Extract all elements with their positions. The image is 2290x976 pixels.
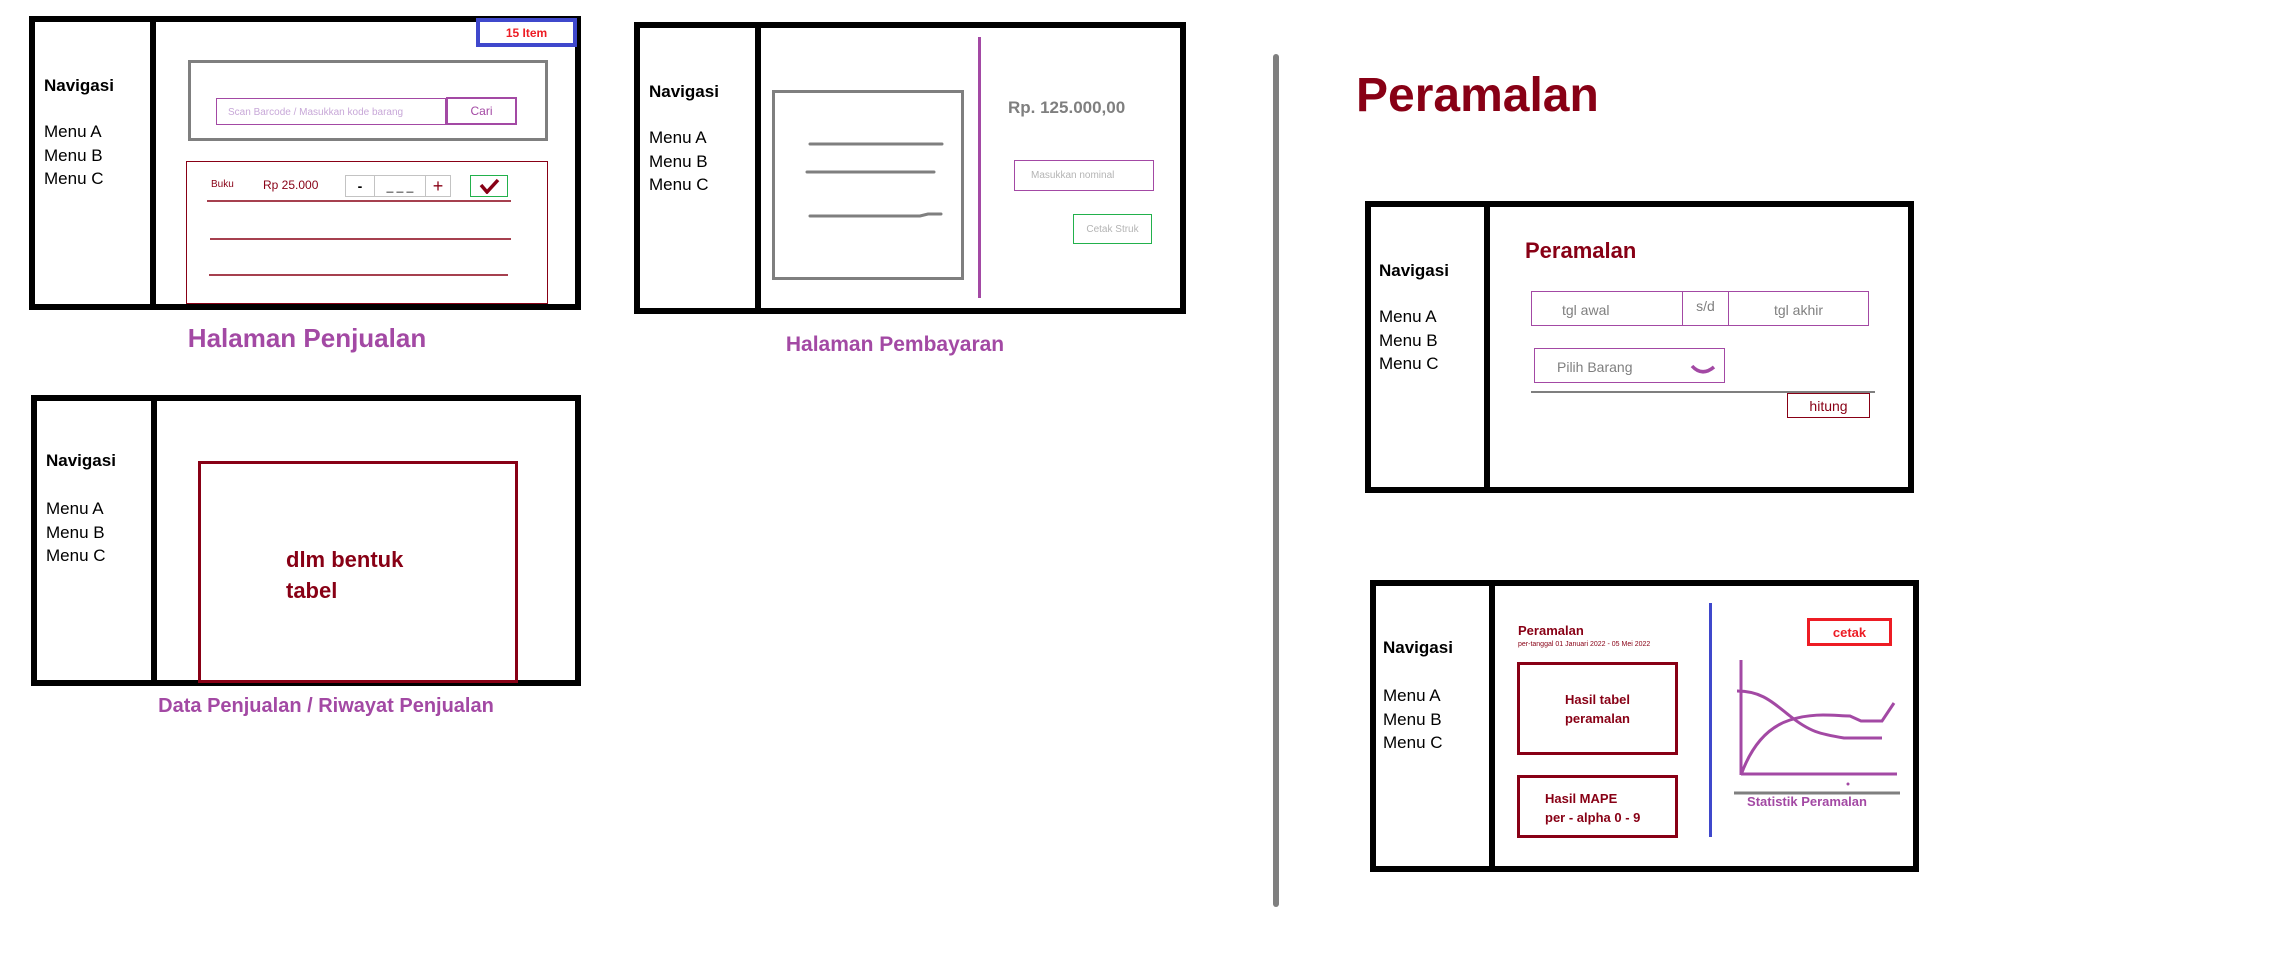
item-select-value: Pilih Barang	[1557, 359, 1633, 375]
date-separator: s/d	[1682, 292, 1729, 325]
nominal-placeholder: Masukkan nominal	[1031, 170, 1115, 181]
separator-label: s/d	[1696, 298, 1715, 314]
sales-table-placeholder: dlm bentuk tabel	[198, 461, 518, 683]
chart-caption: Statistik Peramalan	[1747, 794, 1867, 809]
table-box-line-1: Hasil tabel	[1564, 691, 1631, 707]
sales-page-caption: Halaman Penjualan	[187, 323, 427, 353]
nav-title: Navigasi	[1379, 261, 1449, 280]
checkmark-icon	[479, 178, 500, 194]
nav-item-menu-c[interactable]: Menu C	[44, 167, 104, 191]
nominal-input[interactable]: Masukkan nominal	[1014, 160, 1154, 191]
nav-item-menu-a[interactable]: Menu A	[649, 126, 709, 150]
item-select[interactable]: Pilih Barang	[1534, 348, 1725, 383]
payment-page-caption: Halaman Pembayaran	[785, 333, 1005, 356]
section-divider	[1273, 54, 1279, 907]
cart-item-name: Buku	[211, 179, 234, 190]
forecast-result-title: Peramalan	[1518, 623, 1584, 638]
calculate-button-label: hitung	[1809, 397, 1848, 414]
sidebar: Navigasi Menu A Menu B Menu C	[1371, 207, 1490, 487]
payment-divider	[978, 37, 981, 298]
nav-item-menu-b[interactable]: Menu B	[44, 144, 104, 168]
receipt-preview	[772, 90, 964, 280]
nav-item-menu-c[interactable]: Menu C	[1383, 731, 1443, 755]
nav-title: Navigasi	[1383, 638, 1453, 657]
sales-history-caption: Data Penjualan / Riwayat Penjualan	[158, 695, 494, 717]
print-forecast-label: cetak	[1832, 624, 1867, 640]
quantity-value: _ _ _	[386, 179, 414, 193]
nav-menu: Menu A Menu B Menu C	[649, 126, 709, 197]
forecast-heading: Peramalan	[1356, 69, 1599, 122]
nav-item-menu-c[interactable]: Menu C	[649, 173, 709, 197]
minus-label: -	[357, 178, 363, 194]
sidebar: Navigasi Menu A Menu B Menu C	[37, 401, 157, 680]
table-note-line-2: tabel	[286, 578, 338, 603]
mape-box-line-2: per - alpha 0 - 9	[1545, 810, 1641, 825]
nav-item-menu-a[interactable]: Menu A	[46, 497, 106, 521]
nav-menu: Menu A Menu B Menu C	[44, 120, 104, 191]
nav-title: Navigasi	[649, 82, 719, 101]
result-divider	[1709, 603, 1712, 837]
forecast-table-box: Hasil tabel peramalan	[1517, 662, 1678, 755]
quantity-stepper[interactable]: - _ _ _ +	[345, 175, 451, 197]
cart-item-price: Rp 25.000	[263, 178, 319, 192]
end-date-input[interactable]: tgl akhir	[1729, 292, 1868, 325]
nav-menu: Menu A Menu B Menu C	[1383, 684, 1443, 755]
mape-box-line-1: Hasil MAPE	[1545, 791, 1618, 806]
item-count-badge: 15 Item	[476, 18, 577, 47]
item-count-text: 15 Item	[505, 25, 548, 40]
forecast-result-subtitle: per-tanggal 01 Januari 2022 - 05 Mei 202…	[1518, 641, 1651, 648]
date-range-input: tgl awal s/d tgl akhir	[1531, 291, 1869, 326]
calculate-button[interactable]: hitung	[1787, 393, 1870, 418]
nav-title: Navigasi	[46, 451, 116, 470]
nav-item-menu-a[interactable]: Menu A	[1379, 305, 1439, 329]
mape-box: Hasil MAPE per - alpha 0 - 9	[1517, 775, 1678, 838]
nav-item-menu-a[interactable]: Menu A	[44, 120, 104, 144]
start-date-input[interactable]: tgl awal	[1532, 292, 1682, 325]
nav-item-menu-b[interactable]: Menu B	[46, 521, 106, 545]
nav-item-menu-c[interactable]: Menu C	[46, 544, 106, 568]
sidebar: Navigasi Menu A Menu B Menu C	[640, 28, 761, 308]
start-date-placeholder: tgl awal	[1562, 302, 1610, 318]
nav-item-menu-a[interactable]: Menu A	[1383, 684, 1443, 708]
chevron-down-icon	[1690, 364, 1716, 374]
nav-title: Navigasi	[44, 76, 114, 95]
print-receipt-label: Cetak Struk	[1086, 223, 1139, 235]
nav-menu: Menu A Menu B Menu C	[1379, 305, 1439, 376]
quantity-minus-button[interactable]: -	[346, 176, 375, 196]
quantity-plus-button[interactable]: +	[426, 176, 450, 196]
nav-item-menu-b[interactable]: Menu B	[649, 150, 709, 174]
sidebar: Navigasi Menu A Menu B Menu C	[35, 22, 156, 304]
table-note-line-1: dlm bentuk	[286, 547, 404, 572]
sidebar: Navigasi Menu A Menu B Menu C	[1376, 586, 1495, 866]
nav-item-menu-b[interactable]: Menu B	[1383, 708, 1443, 732]
table-note: dlm bentuk tabel	[286, 544, 403, 606]
confirm-item-button[interactable]	[470, 175, 508, 197]
plus-label: +	[432, 175, 444, 196]
forecast-form-wireframe: Navigasi Menu A Menu B Menu C	[1365, 201, 1914, 493]
search-placeholder: Scan Barcode / Masukkan kode barang	[228, 107, 404, 118]
table-box-line-2: peramalan	[1564, 710, 1631, 726]
payment-total: Rp. 125.000,00	[1008, 98, 1126, 117]
search-button[interactable]: Cari	[446, 97, 517, 125]
quantity-input[interactable]: _ _ _	[375, 176, 426, 196]
nav-menu: Menu A Menu B Menu C	[46, 497, 106, 568]
print-receipt-button[interactable]: Cetak Struk	[1073, 214, 1152, 244]
forecast-form-title: Peramalan	[1525, 238, 1637, 263]
nav-item-menu-c[interactable]: Menu C	[1379, 352, 1439, 376]
end-date-placeholder: tgl akhir	[1774, 302, 1824, 318]
search-button-label: Cari	[470, 104, 493, 118]
nav-item-menu-b[interactable]: Menu B	[1379, 329, 1439, 353]
barcode-search-input[interactable]: Scan Barcode / Masukkan kode barang	[216, 98, 446, 125]
print-forecast-button[interactable]: cetak	[1807, 618, 1892, 646]
